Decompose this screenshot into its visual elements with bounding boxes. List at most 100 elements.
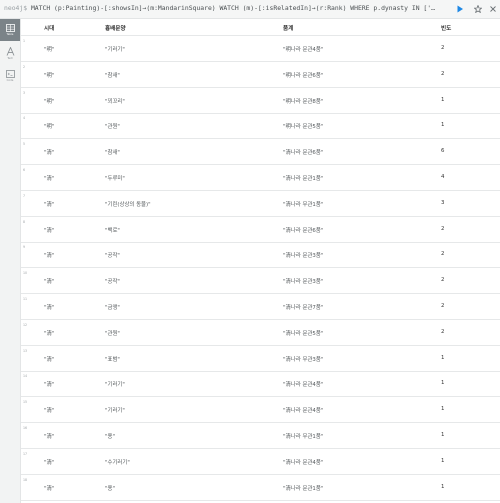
cell-frequency: 1	[441, 380, 445, 387]
code-icon	[5, 70, 15, 78]
cell-rank: "清나라 문관4품"	[283, 382, 324, 389]
cell-era: "清"	[44, 227, 55, 234]
row-number: 9	[23, 245, 26, 250]
close-button[interactable]	[487, 3, 499, 15]
row-number: 15	[23, 400, 28, 405]
row-number: 18	[23, 477, 28, 482]
query-bar: neo4j$ MATCH (p:Painting)-[:showsIn]→(m:…	[0, 0, 500, 19]
cell-era: "清"	[44, 356, 55, 363]
column-header-rank[interactable]: 품계	[283, 24, 293, 32]
cell-era: "清"	[44, 253, 55, 260]
column-header-pattern[interactable]: 흉배문양	[105, 24, 126, 32]
cell-rank: "清나라 무관1품"	[283, 201, 324, 208]
row-number: 14	[23, 374, 28, 379]
favorite-button[interactable]	[472, 3, 484, 15]
cell-frequency: 2	[441, 70, 445, 77]
sidebar-item-code[interactable]: Code	[0, 65, 20, 87]
table-row[interactable]: 5 "清" "참새" "清나라 문관6품" 6	[21, 139, 500, 166]
row-number: 16	[23, 426, 28, 430]
table-row[interactable]: 2 "明" "참새" "明나라 문관6품" 2	[21, 62, 500, 88]
cell-era: "清"	[44, 201, 55, 208]
cell-frequency: 2	[441, 328, 445, 335]
table-row[interactable]: 7 "清" "기린(상상의 동물)" "清나라 무관1품" 3	[21, 191, 500, 217]
cell-frequency: 2	[441, 303, 445, 309]
table-row[interactable]: 10 "清" "공작" "清나라 문관3품" 2	[21, 268, 500, 295]
row-number: 8	[23, 219, 26, 224]
cell-pattern: "백로"	[105, 227, 120, 234]
cell-era: "清"	[44, 382, 55, 389]
cell-pattern: "참새"	[105, 150, 120, 157]
cell-pattern: "꾀꼬리"	[105, 98, 125, 105]
sidebar-item-label: Code	[6, 79, 14, 82]
cell-rank: "明나라 문관4품"	[283, 47, 324, 53]
column-header-era[interactable]: 시대	[44, 24, 54, 32]
cell-rank: "清나라 문관6품"	[283, 227, 324, 234]
cell-frequency: 2	[441, 225, 445, 232]
cell-era: "明"	[44, 98, 55, 105]
table-row[interactable]: 18 "清" "용" "清나라 문관1품" 1	[21, 475, 500, 501]
cell-era: "清"	[44, 485, 55, 492]
cell-frequency: 1	[441, 457, 445, 464]
cell-era: "清"	[44, 150, 55, 157]
row-number: 7	[23, 193, 26, 198]
run-query-button[interactable]	[454, 3, 466, 15]
table-row[interactable]: 17 "清" "수기러기" "清나라 문관4품" 1	[21, 449, 500, 475]
cell-pattern: "용"	[105, 434, 115, 440]
cell-rank: "清나라 문관4품"	[283, 408, 324, 415]
table-header: 시대 흉배문양 품계 빈도	[21, 19, 500, 36]
table-row[interactable]: 12 "清" "관원" "清나라 문관5품" 2	[21, 320, 500, 346]
row-number: 3	[23, 90, 26, 95]
sidebar-item-text[interactable]: Text	[0, 42, 20, 64]
row-number: 6	[23, 168, 26, 172]
sidebar-item-label: Table	[6, 33, 14, 36]
result-view-sidebar: Table Text Code	[0, 19, 21, 503]
cell-pattern: "관원"	[105, 330, 120, 337]
cell-frequency: 1	[441, 96, 445, 103]
table-row[interactable]: 4 "明" "관원" "明나라 문관5품" 1	[21, 113, 500, 140]
cell-pattern: "관원"	[105, 124, 120, 131]
cell-pattern: "용"	[105, 485, 115, 492]
cell-era: "明"	[44, 47, 55, 53]
table-row[interactable]: 11 "清" "금앵" "清나라 문관7품" 2	[21, 294, 500, 320]
column-header-frequency[interactable]: 빈도	[441, 24, 451, 32]
table-row[interactable]: 14 "清" "기러기" "清나라 문관4품" 1	[21, 371, 500, 398]
cell-pattern: "공작"	[105, 279, 120, 286]
row-number: 12	[23, 322, 28, 327]
query-prompt: neo4j$	[4, 4, 28, 12]
cell-frequency: 6	[441, 148, 445, 155]
cell-rank: "清나라 문관3품"	[283, 279, 324, 286]
table-row[interactable]: 16 "清" "용" "清나라 무관1품" 1	[21, 423, 500, 449]
results-table: 시대 흉배문양 품계 빈도 1 "明" "기러기" "明나라 문관4품" 2 2 "明" "참…	[21, 19, 500, 503]
table-row[interactable]: 1 "明" "기러기" "明나라 문관4품" 2	[21, 36, 500, 62]
cell-rank: "清나라 무관3품"	[283, 356, 324, 363]
table-row[interactable]: 15 "清" "기러기" "清나라 문관4품" 1	[21, 397, 500, 424]
cell-pattern: "표범"	[105, 356, 120, 363]
cell-frequency: 1	[441, 354, 445, 361]
cell-era: "明"	[44, 124, 55, 131]
row-number: 10	[23, 271, 28, 276]
row-number: 11	[23, 297, 28, 301]
cell-frequency: 1	[441, 483, 445, 490]
cell-rank: "清나라 문관3품"	[283, 253, 324, 260]
table-row[interactable]: 3 "明" "꾀꼬리" "明나라 문관8품" 1	[21, 88, 500, 114]
cell-rank: "清나라 문관1품"	[283, 176, 324, 182]
cell-pattern: "금앵"	[105, 305, 120, 311]
table-row[interactable]: 8 "清" "백로" "清나라 문관6품" 2	[21, 217, 500, 243]
cell-frequency: 4	[441, 174, 445, 180]
cell-pattern: "참새"	[105, 72, 120, 79]
sidebar-item-table[interactable]: Table	[0, 19, 20, 41]
cell-pattern: "기러기"	[105, 382, 125, 389]
cell-pattern: "두루미"	[105, 176, 125, 182]
cell-pattern: "공작"	[105, 253, 120, 260]
query-text[interactable]: MATCH (p:Painting)-[:showsIn]→(m:Mandari…	[31, 4, 435, 12]
query-editor[interactable]: neo4j$ MATCH (p:Painting)-[:showsIn]→(m:…	[4, 4, 444, 12]
row-number: 4	[23, 116, 26, 121]
cell-frequency: 2	[441, 277, 445, 284]
cell-era: "清"	[44, 279, 55, 286]
row-number: 1	[23, 39, 26, 43]
table-row[interactable]: 6 "清" "두루미" "清나라 문관1품" 4	[21, 165, 500, 191]
table-row[interactable]: 13 "清" "표범" "清나라 무관3품" 1	[21, 346, 500, 372]
cell-pattern: "기러기"	[105, 408, 125, 415]
cell-frequency: 2	[441, 45, 445, 51]
table-row[interactable]: 9 "清" "공작" "清나라 문관3품" 2	[21, 242, 500, 269]
